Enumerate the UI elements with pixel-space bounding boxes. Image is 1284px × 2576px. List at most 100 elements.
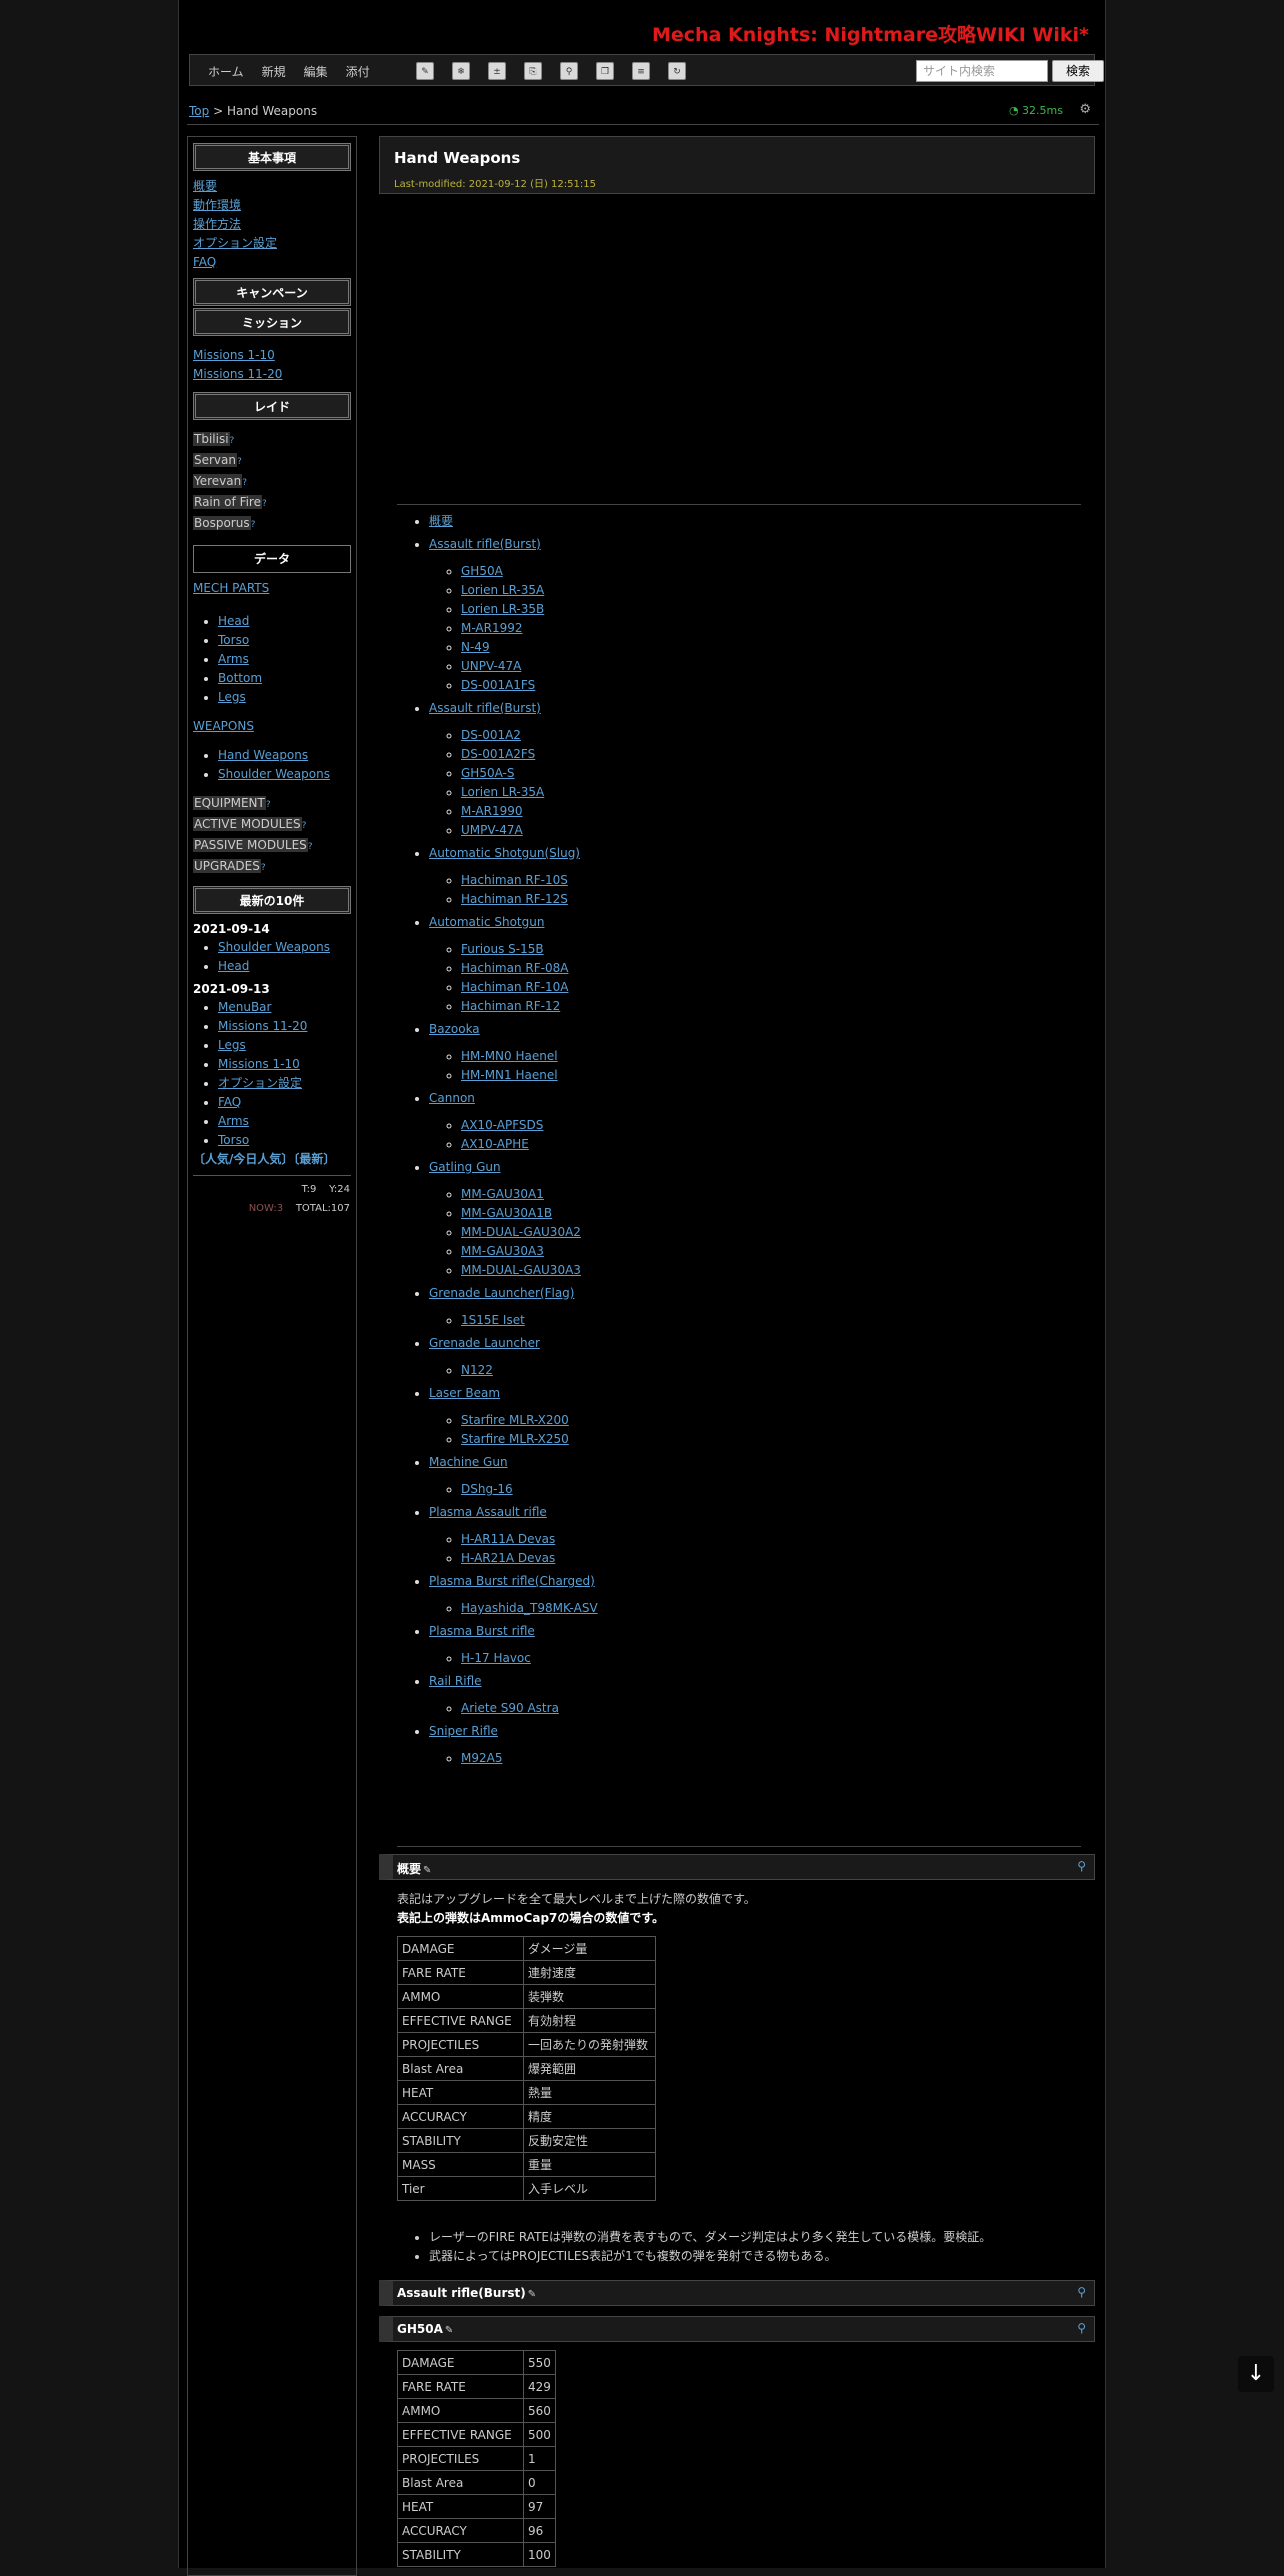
sidebar-link[interactable]: Legs xyxy=(218,690,246,704)
toc-link[interactable]: Bazooka xyxy=(429,1022,480,1036)
toc-sublink[interactable]: UNPV-47A xyxy=(461,659,521,673)
recent-link[interactable]: Shoulder Weapons xyxy=(218,940,330,954)
scroll-down-button[interactable]: ↓ xyxy=(1238,2356,1274,2392)
sidebar-raid-link[interactable]: Servan xyxy=(193,453,237,467)
recent-link[interactable]: オプション設定 xyxy=(218,1076,302,1090)
recent-link[interactable]: Arms xyxy=(218,1114,249,1128)
recent-link[interactable]: Head xyxy=(218,959,249,973)
toc-sublink[interactable]: Furious S-15B xyxy=(461,942,544,956)
rename-icon[interactable]: ≡ xyxy=(632,62,650,80)
sidebar-link[interactable]: Missions 11-20 xyxy=(193,367,282,381)
toc-sublink[interactable]: MM-GAU30A3 xyxy=(461,1244,544,1258)
sidebar-misc-link[interactable]: EQUIPMENT xyxy=(193,796,266,810)
menu-new[interactable]: 新規 xyxy=(262,63,286,80)
toc-sublink[interactable]: Hachiman RF-12S xyxy=(461,892,568,906)
toc-link[interactable]: Plasma Assault rifle xyxy=(429,1505,547,1519)
unwritten-marker[interactable]: ? xyxy=(262,499,267,509)
sidebar-misc-link[interactable]: PASSIVE MODULES xyxy=(193,838,308,852)
toc-sublink[interactable]: Hachiman RF-12 xyxy=(461,999,560,1013)
sidebar-link[interactable]: Head xyxy=(218,614,249,628)
toc-sublink[interactable]: M92A5 xyxy=(461,1751,502,1765)
toc-sublink[interactable]: Hachiman RF-10S xyxy=(461,873,568,887)
search-input[interactable]: サイト内検索 xyxy=(916,60,1048,82)
toc-sublink[interactable]: MM-DUAL-GAU30A2 xyxy=(461,1225,581,1239)
toc-sublink[interactable]: DS-001A1FS xyxy=(461,678,535,692)
unwritten-marker[interactable]: ? xyxy=(261,863,266,873)
toc-sublink[interactable]: N-49 xyxy=(461,640,490,654)
edit-pencil-icon[interactable]: ✎ xyxy=(528,2289,536,2300)
toc-sublink[interactable]: M-AR1992 xyxy=(461,621,523,635)
freeze-icon[interactable]: ❄ xyxy=(452,62,470,80)
sidebar-misc-link[interactable]: UPGRADES xyxy=(193,859,261,873)
gear-icon[interactable]: ⚙ xyxy=(1079,102,1091,117)
unwritten-marker[interactable]: ? xyxy=(266,800,271,810)
toc-sublink[interactable]: DS-001A2FS xyxy=(461,747,535,761)
sidebar-weapons-link[interactable]: WEAPONS xyxy=(193,719,254,733)
toc-sublink[interactable]: Hachiman RF-08A xyxy=(461,961,568,975)
sidebar-raid-link[interactable]: Tbilisi xyxy=(193,432,230,446)
sidebar-link[interactable]: Shoulder Weapons xyxy=(218,767,330,781)
popular-links[interactable]: 〔人気/今日人気〕〔最新〕 xyxy=(193,1150,356,1167)
recent-link[interactable]: Torso xyxy=(218,1133,249,1147)
toc-sublink[interactable]: GH50A xyxy=(461,564,503,578)
toc-link[interactable]: Machine Gun xyxy=(429,1455,508,1469)
toc-sublink[interactable]: AX10-APFSDS xyxy=(461,1118,543,1132)
toc-sublink[interactable]: UMPV-47A xyxy=(461,823,523,837)
edit-pencil-icon[interactable]: ✎ xyxy=(423,1865,431,1876)
toc-sublink[interactable]: MM-GAU30A1 xyxy=(461,1187,544,1201)
toc-link[interactable]: Plasma Burst rifle(Charged) xyxy=(429,1574,595,1588)
toc-link[interactable]: Laser Beam xyxy=(429,1386,500,1400)
search-button[interactable]: 検索 xyxy=(1052,60,1104,82)
anchor-link-icon[interactable]: ⚲ xyxy=(1077,1859,1086,1873)
toc-link[interactable]: Plasma Burst rifle xyxy=(429,1624,535,1638)
sidebar-link[interactable]: Arms xyxy=(218,652,249,666)
unwritten-marker[interactable]: ? xyxy=(308,842,313,852)
toc-sublink[interactable]: Lorien LR-35A xyxy=(461,785,544,799)
anchor-link-icon[interactable]: ⚲ xyxy=(1077,2285,1086,2299)
toc-link[interactable]: Automatic Shotgun xyxy=(429,915,544,929)
toc-link[interactable]: Gatling Gun xyxy=(429,1160,501,1174)
unwritten-marker[interactable]: ? xyxy=(242,478,247,488)
backup-icon[interactable]: ⎘ xyxy=(524,62,542,80)
toc-link[interactable]: Assault rifle(Burst) xyxy=(429,701,541,715)
reload-icon[interactable]: ↻ xyxy=(668,62,686,80)
toc-sublink[interactable]: HM-MN1 Haenel xyxy=(461,1068,558,1082)
recent-link[interactable]: MenuBar xyxy=(218,1000,271,1014)
anchor-link-icon[interactable]: ⚲ xyxy=(1077,2321,1086,2335)
toc-sublink[interactable]: HM-MN0 Haenel xyxy=(461,1049,558,1063)
toc-sublink[interactable]: H-17 Havoc xyxy=(461,1651,531,1665)
toc-sublink[interactable]: Lorien LR-35A xyxy=(461,583,544,597)
edit-pencil-icon[interactable]: ✎ xyxy=(445,2325,453,2336)
toc-sublink[interactable]: DS-001A2 xyxy=(461,728,521,742)
sidebar-link[interactable]: Torso xyxy=(218,633,249,647)
toc-sublink[interactable]: Lorien LR-35B xyxy=(461,602,544,616)
recent-link[interactable]: Missions 11-20 xyxy=(218,1019,307,1033)
toc-link[interactable]: Sniper Rifle xyxy=(429,1724,498,1738)
toc-sublink[interactable]: H-AR11A Devas xyxy=(461,1532,555,1546)
toc-link[interactable]: Grenade Launcher xyxy=(429,1336,540,1350)
sidebar-raid-link[interactable]: Rain of Fire xyxy=(193,495,262,509)
breadcrumb-top[interactable]: Top xyxy=(189,104,209,118)
sidebar-link[interactable]: 動作環境 xyxy=(193,198,241,212)
toc-sublink[interactable]: MM-GAU30A1B xyxy=(461,1206,552,1220)
sidebar-misc-link[interactable]: ACTIVE MODULES xyxy=(193,817,302,831)
unwritten-marker[interactable]: ? xyxy=(237,457,242,467)
toc-sublink[interactable]: H-AR21A Devas xyxy=(461,1551,555,1565)
toc-sublink[interactable]: Hachiman RF-10A xyxy=(461,980,568,994)
sidebar-link[interactable]: FAQ xyxy=(193,255,216,269)
recent-link[interactable]: FAQ xyxy=(218,1095,241,1109)
sidebar-link[interactable]: Missions 1-10 xyxy=(193,348,275,362)
menu-home[interactable]: ホーム xyxy=(208,63,244,80)
sidebar-raid-link[interactable]: Bosporus xyxy=(193,516,251,530)
site-title[interactable]: Mecha Knights: Nightmare攻略WIKI Wiki* xyxy=(652,20,1089,47)
attach-icon[interactable]: ⚲ xyxy=(560,62,578,80)
sidebar-link[interactable]: Bottom xyxy=(218,671,262,685)
toc-link[interactable]: Assault rifle(Burst) xyxy=(429,537,541,551)
sidebar-link[interactable]: 概要 xyxy=(193,179,217,193)
menu-edit[interactable]: 編集 xyxy=(304,63,328,80)
sidebar-raid-link[interactable]: Yerevan xyxy=(193,474,243,488)
toc-sublink[interactable]: N122 xyxy=(461,1363,493,1377)
recent-link[interactable]: Missions 1-10 xyxy=(218,1057,300,1071)
toc-link[interactable]: Cannon xyxy=(429,1091,475,1105)
sidebar-mech-parts-link[interactable]: MECH PARTS xyxy=(193,581,269,595)
